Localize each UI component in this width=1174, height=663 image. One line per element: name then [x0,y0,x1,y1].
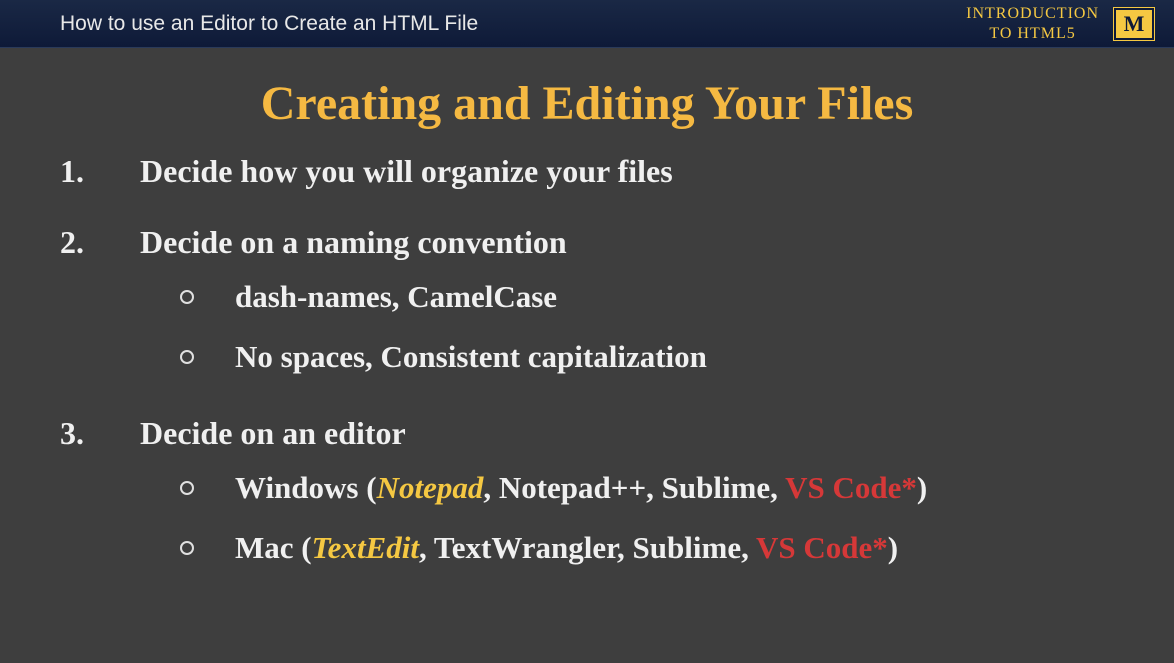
numbered-item-3: 3.Decide on an editor Windows (Notepad, N… [60,415,1114,590]
text-segment: , Notepad++, Sublime, [483,470,785,505]
text-segment: No spaces, Consistent capitalization [235,339,707,374]
item-number: 1. [60,153,140,208]
sub-list: dash-names, CamelCase No spaces, Consiste… [140,279,1114,375]
header-bar: How to use an Editor to Create an HTML F… [0,0,1174,48]
text-segment: ) [888,530,898,565]
text-segment: ) [917,470,927,505]
item-content: Decide how you will organize your files [140,153,1114,208]
item-content: Decide on a naming convention dash-names,… [140,224,1114,399]
course-line-1: INTRODUCTION [966,4,1099,23]
course-line-2: TO HTML5 [966,24,1099,43]
sub-item: No spaces, Consistent capitalization [140,339,1114,375]
sub-item: Mac (TextEdit, TextWrangler, Sublime, VS… [140,530,1114,566]
sub-item: dash-names, CamelCase [140,279,1114,315]
recommended-editor: VS Code* [785,470,917,505]
slide-title: Creating and Editing Your Files [60,76,1114,131]
numbered-list: 1.Decide how you will organize your file… [60,153,1114,590]
course-label: INTRODUCTION TO HTML5 [966,4,1099,42]
item-text: Decide on an editor [140,415,1114,452]
item-number: 2. [60,224,140,399]
sub-item-text: Mac (TextEdit, TextWrangler, Sublime, VS… [235,530,1114,566]
recommended-editor: VS Code* [756,530,888,565]
text-segment: Windows ( [235,470,377,505]
item-text: Decide on a naming convention [140,224,1114,261]
bullet-icon [180,479,235,500]
bullet-icon [180,348,235,369]
text-segment: dash-names, CamelCase [235,279,557,314]
sub-item: Windows (Notepad, Notepad++, Sublime, VS… [140,470,1114,506]
header-title: How to use an Editor to Create an HTML F… [60,12,478,36]
bullet-icon [180,288,235,309]
text-segment: , TextWrangler, Sublime, [419,530,756,565]
header-right: INTRODUCTION TO HTML5 M [966,4,1154,42]
sub-item-text: No spaces, Consistent capitalization [235,339,1114,375]
item-text: Decide how you will organize your files [140,153,1114,190]
michigan-logo-icon: M [1114,8,1154,40]
sub-item-text: Windows (Notepad, Notepad++, Sublime, VS… [235,470,1114,506]
text-segment: Mac ( [235,530,312,565]
highlighted-editor: Notepad [377,470,484,505]
slide-content: Creating and Editing Your Files 1.Decide… [0,48,1174,626]
sub-item-text: dash-names, CamelCase [235,279,1114,315]
item-number: 3. [60,415,140,590]
bullet-icon [180,539,235,560]
numbered-item-2: 2.Decide on a naming convention dash-name… [60,224,1114,399]
sub-list: Windows (Notepad, Notepad++, Sublime, VS… [140,470,1114,566]
numbered-item-1: 1.Decide how you will organize your file… [60,153,1114,208]
item-content: Decide on an editor Windows (Notepad, Not… [140,415,1114,590]
highlighted-editor: TextEdit [312,530,419,565]
